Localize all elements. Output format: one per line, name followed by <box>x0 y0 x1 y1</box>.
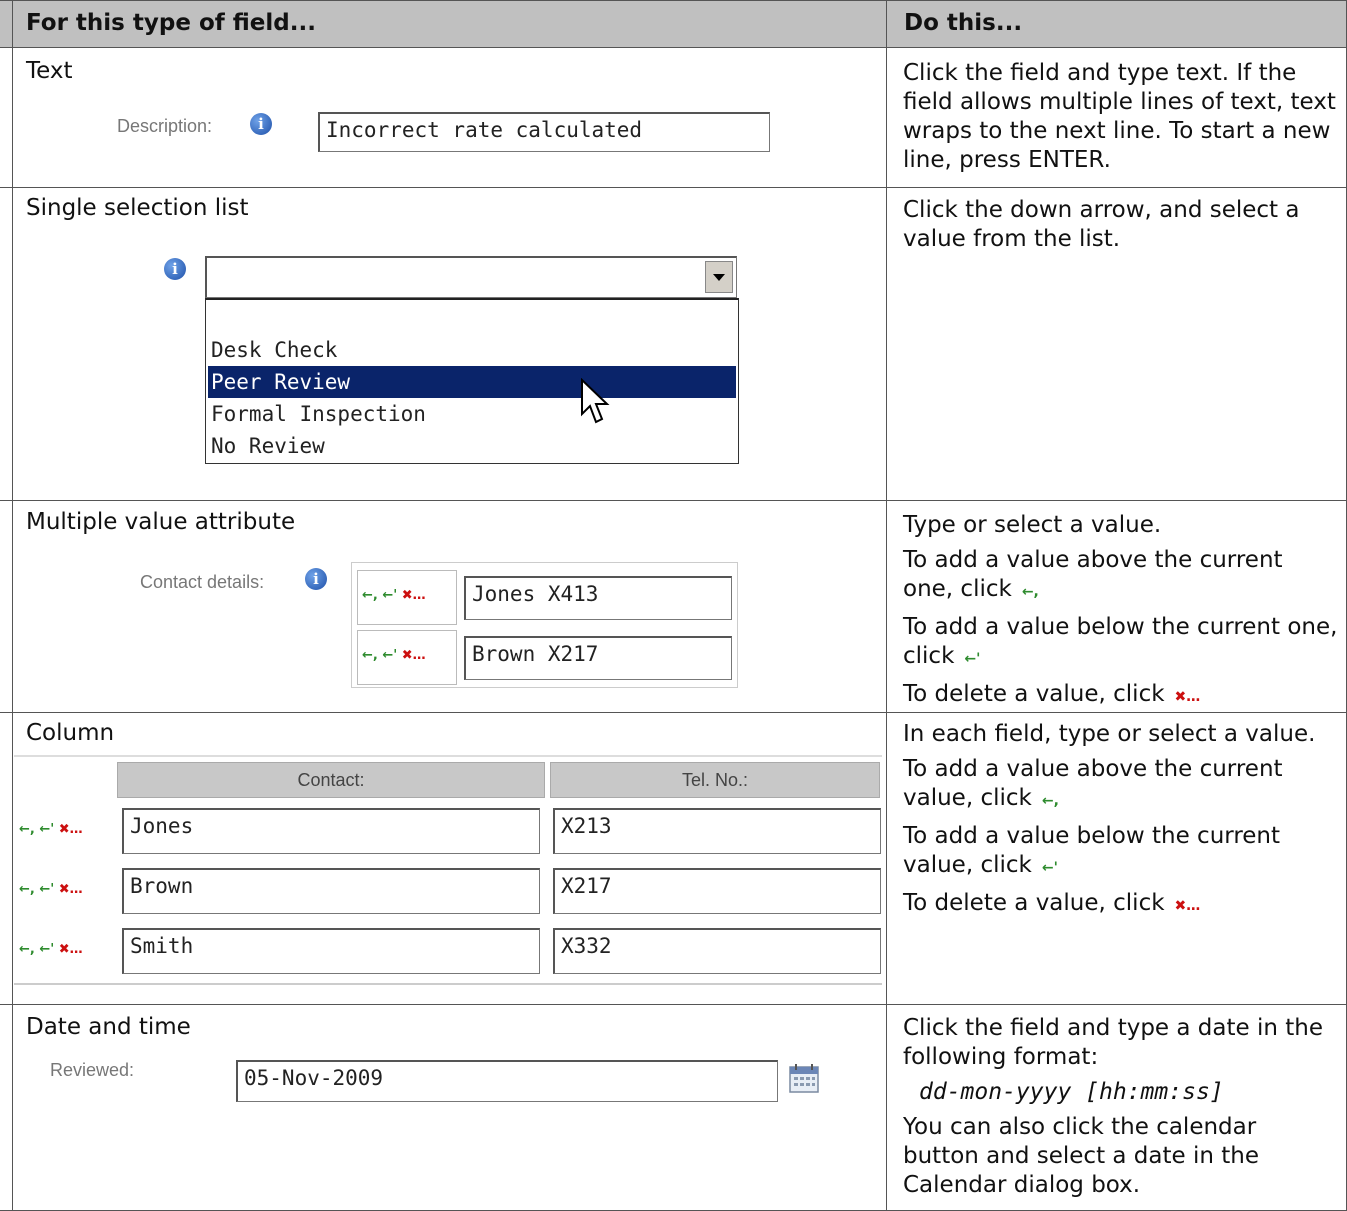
add-above-icon[interactable]: ←, <box>19 942 35 957</box>
add-below-icon[interactable]: ←' <box>39 942 54 957</box>
delete-icon: ✖… <box>1174 689 1201 705</box>
dropdown-option-selected[interactable]: Peer Review <box>208 366 736 398</box>
dropdown-list: Desk Check Peer Review Formal Inspection… <box>205 298 739 464</box>
single-selection-select[interactable] <box>205 256 737 298</box>
add-above-icon[interactable]: ←, <box>362 588 378 603</box>
description-label: Description: <box>117 116 213 136</box>
info-icon: i <box>250 113 272 135</box>
header-do-this: Do this... <box>904 10 1023 36</box>
delete-icon[interactable]: ✖… <box>402 648 426 663</box>
reviewed-label: Reviewed: <box>50 1060 135 1080</box>
column-row-controls: ←, ←' ✖… <box>19 822 83 837</box>
chevron-down-icon[interactable] <box>705 261 733 293</box>
multi-value-field[interactable]: Brown X217 <box>464 636 732 680</box>
column-row-description: In each field, type or select a value. T… <box>903 721 1316 916</box>
dropdown-option[interactable]: No Review <box>208 430 736 462</box>
add-below-icon: ←' <box>1041 860 1058 876</box>
row-title-single-selection: Single selection list <box>26 195 249 221</box>
dropdown-option[interactable]: Formal Inspection <box>208 398 736 430</box>
add-below-icon[interactable]: ←' <box>382 588 397 603</box>
column-row-controls: ←, ←' ✖… <box>19 882 83 897</box>
add-below-icon[interactable]: ←' <box>382 648 397 663</box>
date-format: dd-mon-yyyy [hh:mm:ss] <box>919 1079 1224 1105</box>
description-field[interactable]: Incorrect rate calculated <box>318 112 770 152</box>
row-title-multiple-value: Multiple value attribute <box>26 509 296 535</box>
column-tel-field[interactable]: X332 <box>553 928 881 974</box>
add-above-icon[interactable]: ←, <box>19 882 35 897</box>
column-tel-field[interactable]: X217 <box>553 868 881 914</box>
date-row-description: Click the field and type a date in the f… <box>903 1014 1338 1200</box>
add-below-icon[interactable]: ←' <box>39 882 54 897</box>
multi-value-controls-icons: ←, ←' ✖… <box>362 588 426 603</box>
column-contact-field[interactable]: Smith <box>122 928 540 974</box>
column-row-controls: ←, ←' ✖… <box>19 942 83 957</box>
add-above-icon: ←, <box>1041 793 1059 809</box>
column-contact-field[interactable]: Brown <box>122 868 540 914</box>
add-below-icon[interactable]: ←' <box>39 822 54 837</box>
row-title-text: Text <box>26 58 73 84</box>
contact-details-label: Contact details: <box>140 572 265 592</box>
info-icon: i <box>305 568 327 590</box>
reviewed-date-field[interactable]: 05-Nov-2009 <box>236 1060 778 1102</box>
dropdown-option[interactable]: Desk Check <box>208 334 736 366</box>
add-above-icon[interactable]: ←, <box>19 822 35 837</box>
column-header-contact: Contact: <box>117 762 545 798</box>
header-field-type: For this type of field... <box>26 10 316 36</box>
column-tel-field[interactable]: X213 <box>553 808 881 854</box>
column-contact-field[interactable]: Jones <box>122 808 540 854</box>
column-header-tel: Tel. No.: <box>550 762 880 798</box>
delete-icon[interactable]: ✖… <box>402 588 426 603</box>
calendar-icon[interactable] <box>788 1062 820 1094</box>
multi-row-description: Type or select a value. To add a value a… <box>903 512 1338 707</box>
delete-icon: ✖… <box>1174 898 1201 914</box>
delete-icon[interactable]: ✖… <box>59 882 83 897</box>
add-above-icon: ←, <box>1021 584 1039 600</box>
multi-value-controls-icons: ←, ←' ✖… <box>362 648 426 663</box>
text-row-description: Click the field and type text. If the fi… <box>903 60 1336 173</box>
multi-value-field[interactable]: Jones X413 <box>464 576 732 620</box>
info-icon: i <box>164 258 186 280</box>
delete-icon[interactable]: ✖… <box>59 942 83 957</box>
delete-icon[interactable]: ✖… <box>59 822 83 837</box>
add-above-icon[interactable]: ←, <box>362 648 378 663</box>
row-title-column: Column <box>26 720 115 746</box>
single-row-description: Click the down arrow, and select a value… <box>903 197 1300 252</box>
add-below-icon: ←' <box>964 651 981 667</box>
mouse-pointer-icon <box>581 378 610 424</box>
row-title-date-time: Date and time <box>26 1014 191 1040</box>
